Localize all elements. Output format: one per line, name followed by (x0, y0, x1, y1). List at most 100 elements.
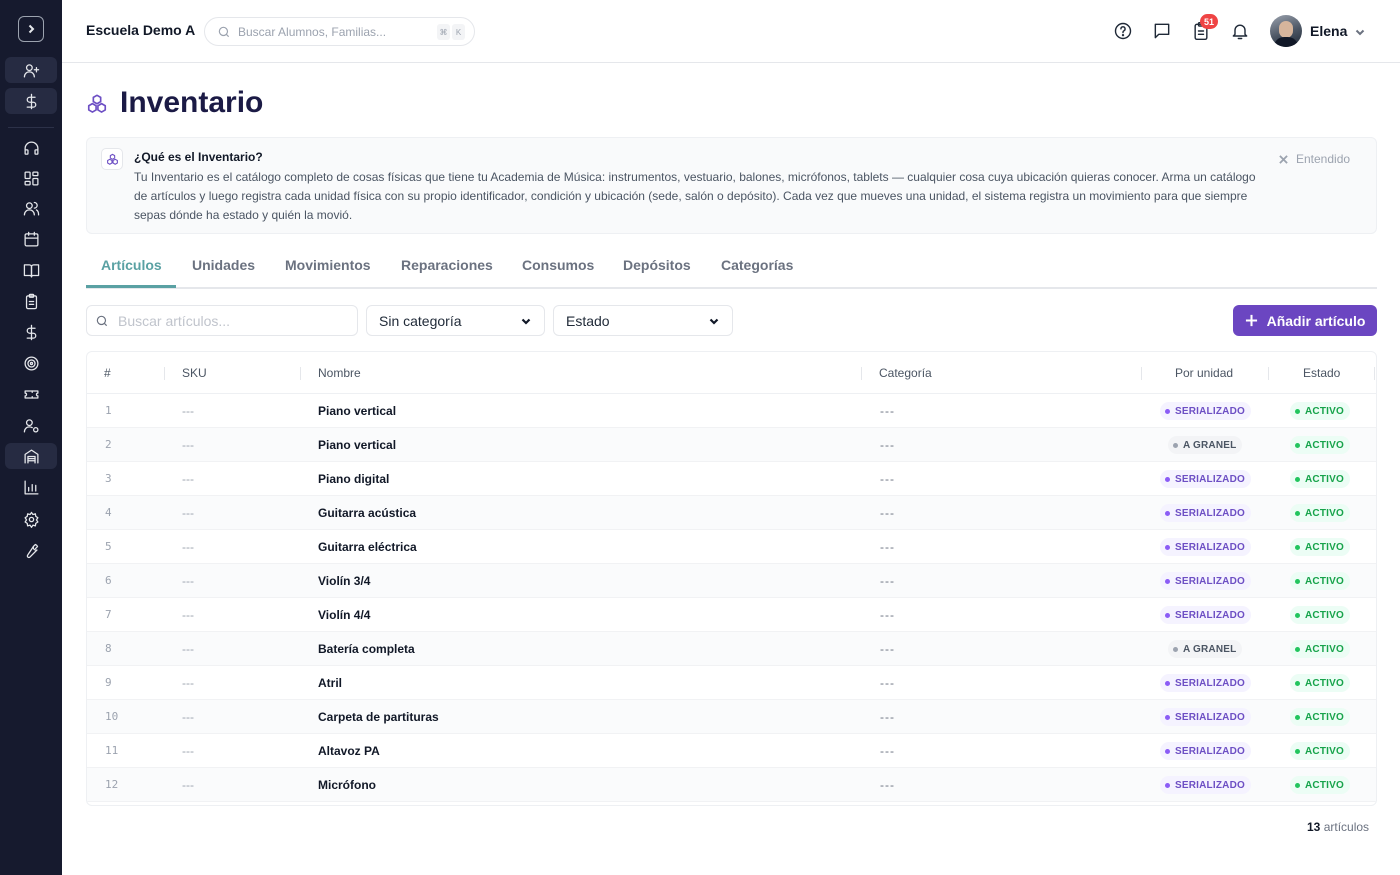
sidebar-item-students[interactable] (5, 195, 57, 221)
user-name[interactable]: Elena (1310, 23, 1347, 39)
status-badge: ACTIVO (1290, 742, 1350, 760)
chart-icon (23, 479, 39, 495)
sidebar-item-reports[interactable] (5, 474, 57, 500)
sidebar-item-add-student[interactable] (5, 57, 57, 83)
add-article-button[interactable]: Añadir artículo (1233, 305, 1377, 336)
status-select[interactable]: Estado (553, 305, 733, 336)
avatar[interactable] (1270, 15, 1302, 47)
sidebar-item-payments[interactable] (5, 88, 57, 114)
user-plus-icon (23, 63, 39, 78)
row-sku: --- (182, 404, 194, 418)
unit-type-label: A GRANEL (1183, 643, 1237, 655)
dismiss-label: Entendido (1296, 152, 1351, 166)
col-divider (164, 367, 165, 380)
sidebar-item-events[interactable] (5, 381, 57, 407)
status-badge: ACTIVO (1290, 402, 1350, 420)
table-row[interactable]: 8 --- Batería completa --- A GRANEL ACTIVO (87, 632, 1376, 666)
dollar-icon (26, 324, 36, 340)
tab-movimientos[interactable]: Movimientos (285, 257, 371, 289)
row-name: Piano vertical (318, 438, 397, 452)
help-button[interactable] (1113, 21, 1133, 41)
sidebar-item-support[interactable] (5, 135, 57, 161)
sidebar-item-calendar[interactable] (5, 226, 57, 252)
tab-depositos[interactable]: Depósitos (623, 257, 691, 289)
school-name[interactable]: Escuela Demo A (86, 22, 195, 38)
status-label: ACTIVO (1305, 575, 1344, 587)
shortcut-k-key: K (452, 24, 465, 40)
table-row[interactable]: 7 --- Violín 4/4 --- SERIALIZADO ACTIVO (87, 598, 1376, 632)
status-badge: ACTIVO (1290, 708, 1350, 726)
status-badge: ACTIVO (1290, 504, 1350, 522)
col-divider (300, 367, 301, 380)
global-search-input[interactable]: Buscar Alumnos, Familias... ⌘ K (204, 17, 475, 46)
row-sku: --- (182, 438, 194, 452)
badge-dot (1165, 680, 1170, 686)
badge-dot (1295, 714, 1300, 720)
status-badge: ACTIVO (1290, 674, 1350, 692)
row-number: 9 (105, 676, 112, 689)
add-article-label: Añadir artículo (1266, 312, 1366, 329)
row-sku: --- (182, 642, 194, 656)
row-number: 8 (105, 642, 112, 655)
table-row[interactable]: 6 --- Violín 3/4 --- SERIALIZADO ACTIVO (87, 564, 1376, 598)
table-row[interactable]: 9 --- Atril --- SERIALIZADO ACTIVO (87, 666, 1376, 700)
articles-search-input[interactable]: Buscar artículos... (86, 305, 358, 336)
sidebar-item-tools[interactable] (5, 537, 57, 563)
col-num[interactable]: # (104, 366, 111, 380)
col-name[interactable]: Nombre (318, 366, 361, 380)
badge-dot (1295, 748, 1300, 754)
headset-icon (23, 140, 39, 155)
table-row[interactable]: 5 --- Guitarra eléctrica --- SERIALIZADO ACTI… (87, 530, 1376, 564)
sidebar-item-attendance[interactable] (5, 288, 57, 314)
tab-categorias[interactable]: Categorías (721, 257, 793, 289)
notifications-button[interactable] (1230, 21, 1250, 41)
sidebar-toggle-button[interactable] (18, 16, 44, 42)
status-badge: ACTIVO (1290, 538, 1350, 556)
search-icon (218, 26, 230, 37)
col-per-unit[interactable]: Por unidad (1175, 366, 1233, 380)
row-sku: --- (182, 574, 194, 588)
badge-dot (1165, 578, 1170, 584)
sidebar-item-dashboard[interactable] (5, 165, 57, 191)
unit-type-badge: A GRANEL (1168, 640, 1243, 658)
sidebar-item-goals[interactable] (5, 350, 57, 376)
table-row[interactable]: 11 --- Altavoz PA --- SERIALIZADO ACTIVO (87, 734, 1376, 768)
sidebar-item-settings[interactable] (5, 506, 57, 532)
dismiss-button[interactable]: Entendido (1279, 152, 1350, 166)
table-row[interactable]: 4 --- Guitarra acústica --- SERIALIZADO ACTIV… (87, 496, 1376, 530)
row-sku: --- (182, 506, 194, 520)
tab-consumos[interactable]: Consumos (522, 257, 594, 289)
table-row[interactable]: 1 --- Piano vertical --- SERIALIZADO ACTIVO (87, 394, 1376, 428)
col-status[interactable]: Estado (1303, 366, 1340, 380)
sidebar-item-staff[interactable] (5, 412, 57, 438)
sidebar-item-inventory[interactable] (5, 443, 57, 469)
col-category[interactable]: Categoría (879, 366, 932, 380)
user-menu-toggle[interactable] (1354, 25, 1366, 37)
articles-count: 13 artículos (1307, 820, 1369, 834)
row-number: 3 (105, 472, 112, 485)
category-select[interactable]: Sin categoría (366, 305, 545, 336)
row-name: Atril (318, 676, 342, 690)
badge-dot (1165, 612, 1170, 618)
unit-type-label: SERIALIZADO (1175, 677, 1245, 689)
tab-unidades[interactable]: Unidades (192, 257, 255, 289)
tab-reparaciones[interactable]: Reparaciones (401, 257, 493, 289)
chevron-right-icon (28, 24, 35, 34)
sidebar-divider (8, 127, 54, 128)
sidebar-item-courses[interactable] (5, 257, 57, 283)
chevron-down-icon (521, 318, 531, 325)
info-boxes-icon (101, 148, 123, 170)
table-row[interactable]: 12 --- Micrófono --- SERIALIZADO ACTIVO (87, 768, 1376, 802)
table-row[interactable]: 3 --- Piano digital --- SERIALIZADO ACTIVO (87, 462, 1376, 496)
col-sku[interactable]: SKU (182, 366, 207, 380)
badge-dot (1165, 408, 1170, 414)
table-row[interactable]: 10 --- Carpeta de partituras --- SERIALIZADO… (87, 700, 1376, 734)
sidebar-item-billing[interactable] (5, 319, 57, 345)
messages-button[interactable] (1152, 21, 1172, 41)
target-icon (23, 355, 39, 371)
table-row[interactable]: 2 --- Piano vertical --- A GRANEL ACTIVO (87, 428, 1376, 462)
unit-type-label: SERIALIZADO (1175, 779, 1245, 791)
unit-type-label: SERIALIZADO (1175, 507, 1245, 519)
boxes-icon (87, 94, 107, 113)
unit-type-label: SERIALIZADO (1175, 575, 1245, 587)
